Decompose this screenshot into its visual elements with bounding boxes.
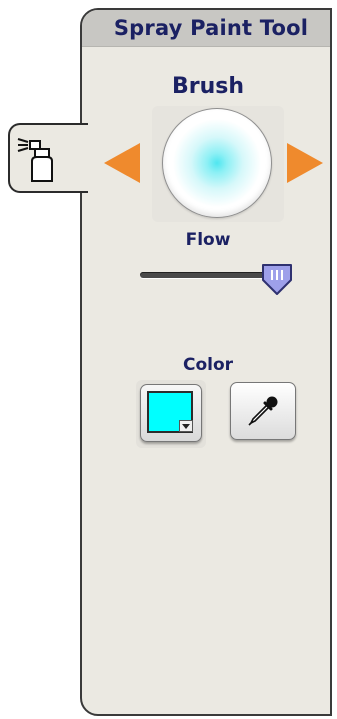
flow-slider-thumb[interactable] [260, 262, 294, 296]
brush-preview [162, 108, 272, 218]
eyedropper-icon [248, 396, 278, 426]
spray-tool-tab[interactable] [8, 123, 88, 193]
next-brush-button[interactable] [287, 143, 323, 183]
eyedropper-button[interactable] [230, 382, 296, 440]
brush-label: Brush [171, 74, 245, 99]
previous-brush-button[interactable] [104, 143, 140, 183]
spray-can-icon [17, 138, 53, 182]
spray-paint-panel: Spray Paint Tool Brush Flow Color [80, 8, 332, 716]
color-label: Color [182, 355, 234, 375]
panel-header: Spray Paint Tool [82, 10, 330, 47]
panel-title: Spray Paint Tool [113, 16, 309, 40]
spray-paint-tool-stage: Spray Paint Tool Brush Flow Color [0, 0, 337, 719]
chevron-down-icon [179, 420, 193, 432]
flow-label: Flow [185, 230, 231, 250]
color-picker-button[interactable] [140, 384, 202, 442]
